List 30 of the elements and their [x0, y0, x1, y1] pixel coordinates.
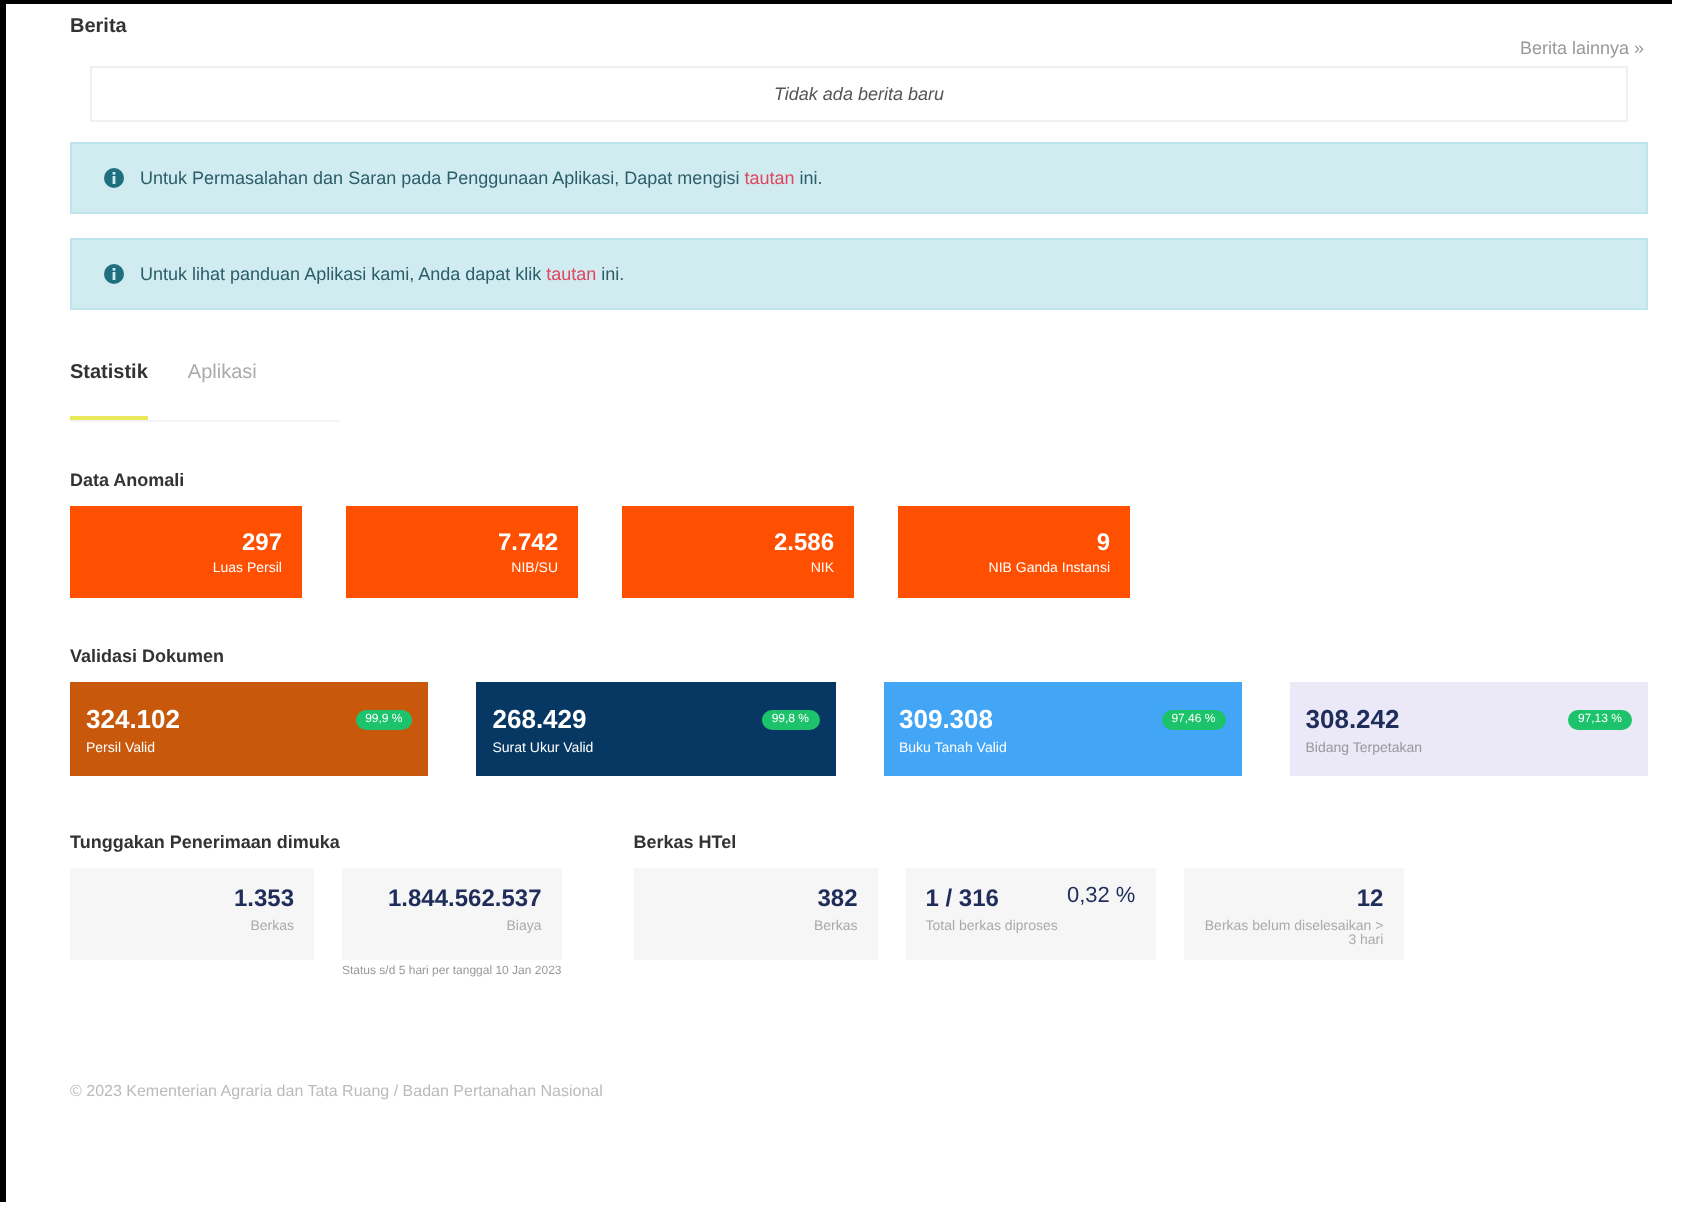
- stat-value: 1 / 316: [925, 884, 999, 912]
- stat-value: 9: [1096, 528, 1110, 556]
- stat-value: 1.844.562.537: [388, 884, 542, 912]
- percent-value: 0,32 %: [1066, 884, 1136, 912]
- stat-value: 2.586: [773, 528, 834, 556]
- tab[interactable]: Aplikasi: [187, 362, 257, 420]
- tab[interactable]: Statistik: [70, 362, 148, 420]
- stat-value: 308.242: [1305, 703, 1402, 733]
- stat-value: 12: [1356, 884, 1384, 912]
- footer-text: © 2023 Kementerian Agraria dan Tata Ruang / Badan Pertanahan Nasional: [70, 1082, 605, 1100]
- section-title: Validasi Dokumen: [70, 646, 227, 666]
- alert-message: Untuk Permasalahan dan Saran pada Penggunaan Aplikasi, Dapat mengisi tautan ini.: [140, 168, 823, 188]
- stat-value: 1.353: [233, 884, 294, 912]
- info-icon: [104, 168, 124, 188]
- link[interactable]: tautan: [546, 264, 597, 284]
- stat-value: 382: [817, 884, 858, 912]
- stat-value: 309.308: [899, 703, 995, 733]
- stat-value: 297: [241, 528, 282, 556]
- alert-message: Untuk lihat panduan Aplikasi kami, Anda dapat klik tautan ini.: [140, 264, 625, 284]
- stat-value: 7.742: [497, 528, 558, 556]
- section-title: Data Anomali: [70, 470, 187, 490]
- section-title: Berkas HTel: [633, 832, 739, 852]
- section-title: Berita: [70, 16, 129, 38]
- stat-value: 268.429: [492, 703, 589, 733]
- info-icon: [104, 264, 124, 284]
- stat-value: 324.102: [86, 703, 180, 733]
- section-title: Tunggakan Penerimaan dimuka: [70, 832, 342, 852]
- link[interactable]: tautan: [744, 168, 795, 188]
- empty-news-message: Tidak ada berita baru: [90, 66, 1628, 122]
- more-news-link[interactable]: Berita lainnya »: [1519, 38, 1644, 58]
